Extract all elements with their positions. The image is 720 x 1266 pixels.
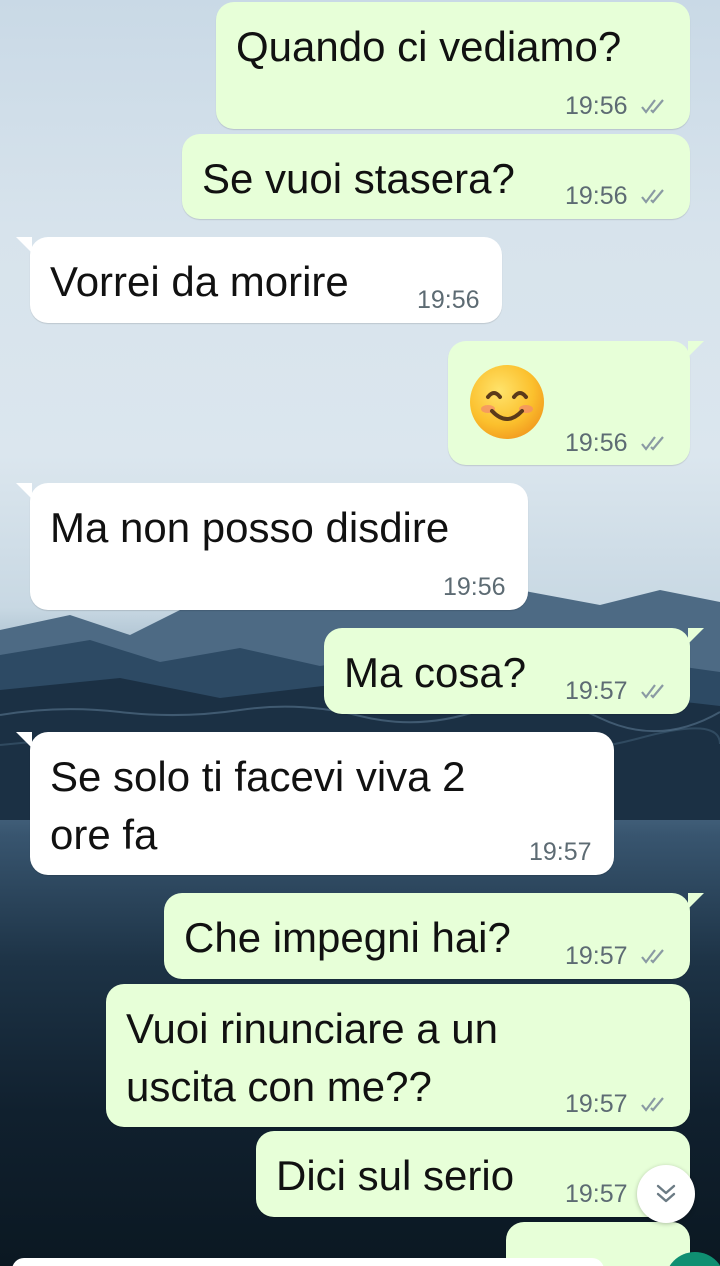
message-text: Ma cosa? [344,649,527,696]
double-check-icon [640,434,670,452]
message-time: 19:56 [565,429,628,457]
message-time: 19:56 [417,286,480,314]
message-bubble-outgoing[interactable]: Se vuoi stasera? 19:56 [182,134,690,219]
message-text: Che impegni hai? [184,914,511,961]
chevron-double-down-icon [656,1184,676,1203]
message-text: Vorrei da morire [50,258,349,305]
scroll-to-bottom-button[interactable] [637,1165,695,1223]
double-check-icon [640,97,670,115]
message-bubble-outgoing[interactable]: 19:56 [448,341,704,465]
message-time: 19:56 [565,92,628,120]
chat-screen: Quando ci vediamo? 19:56 Se vuoi stasera… [0,0,720,1266]
message-time: 19:57 [529,838,592,866]
smiling-face-emoji-icon [468,363,546,441]
message-time: 19:57 [565,1090,628,1118]
message-bubble-incoming[interactable]: Ma non posso disdire 19:56 [16,483,528,610]
message-bubble-outgoing[interactable]: Ma cosa? 19:57 [324,628,704,714]
double-check-icon [640,187,670,205]
message-time: 19:56 [565,182,628,210]
double-check-icon [640,947,670,965]
message-text: Ma non posso disdire [50,504,450,551]
message-input-bar[interactable] [12,1258,604,1266]
double-check-icon [640,682,670,700]
message-time: 19:57 [565,1180,628,1208]
message-time: 19:56 [443,573,506,601]
message-bubble-outgoing[interactable]: Che impegni hai? 19:57 [164,893,704,979]
message-text: Se solo ti facevi viva 2 ore fa [50,753,466,858]
message-time: 19:57 [565,942,628,970]
message-time: 19:57 [565,677,628,705]
message-bubble-outgoing[interactable]: Dici sul serio 19:57 [256,1131,690,1217]
message-text: Quando ci vediamo? [236,23,622,70]
message-bubble-incoming[interactable]: Se solo ti facevi viva 2 ore fa 19:57 [16,732,614,875]
message-bubble-incoming[interactable]: Vorrei da morire 19:56 [16,237,502,323]
message-text: Dici sul serio [276,1152,515,1199]
message-bubble-outgoing[interactable]: Vuoi rinunciare a un uscita con me?? 19:… [106,984,690,1127]
message-text: Vuoi rinunciare a un uscita con me?? [126,1005,499,1110]
message-bubble-outgoing[interactable]: Quando ci vediamo? 19:56 [216,2,690,129]
double-check-icon [640,1095,670,1113]
message-text: Se vuoi stasera? [202,155,515,202]
